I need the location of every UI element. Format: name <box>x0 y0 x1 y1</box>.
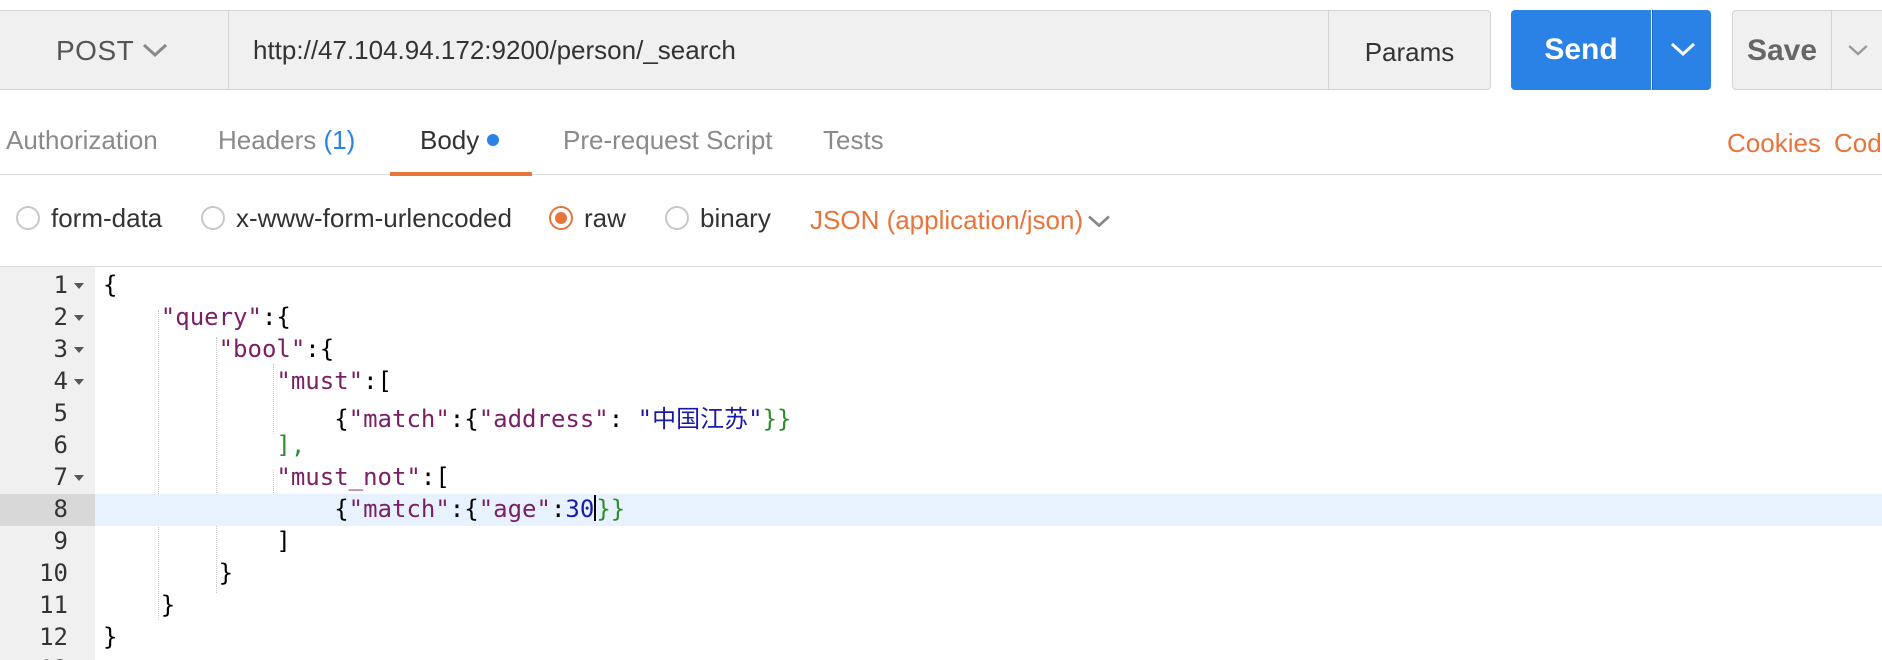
tab-label: Body <box>420 125 480 155</box>
code-text: "query":{ <box>160 303 291 331</box>
save-dropdown-button[interactable] <box>1831 10 1882 90</box>
tab-label: Headers <box>218 125 317 155</box>
tab-pre-request-script[interactable]: Pre-request Script <box>563 125 773 175</box>
code-text: {"match":{"address": "中国江苏"}} <box>103 405 792 433</box>
tab-authorization[interactable]: Authorization <box>6 125 158 175</box>
code-text: {"match":{"age":30}} <box>103 495 626 523</box>
params-label: Params <box>1364 37 1455 67</box>
code-link[interactable]: Code <box>1834 128 1882 159</box>
chevron-down-icon <box>142 43 168 58</box>
code-text: ] <box>103 527 291 555</box>
line-number: 9 <box>53 527 68 555</box>
cookies-link[interactable]: Cookies <box>1727 128 1821 159</box>
line-number: 7 <box>53 463 68 491</box>
tab-label: Authorization <box>6 125 158 155</box>
method-label: POST <box>56 35 135 66</box>
code-text: "must_not":[ <box>276 463 450 491</box>
method-select[interactable]: POST <box>0 10 229 90</box>
line-number: 6 <box>53 431 68 459</box>
line-number: 5 <box>53 399 68 427</box>
radio-circle <box>201 206 225 230</box>
line-number: 4 <box>53 367 68 395</box>
headers-count-badge: (1) <box>323 125 356 155</box>
line-number: 1 <box>53 271 68 299</box>
code-text: } <box>103 559 234 587</box>
line-number: 13 <box>0 655 68 660</box>
radio-circle <box>16 206 40 230</box>
code-line: 3 "bool":{ <box>0 334 1882 366</box>
code-line: 7 "must_not":[ <box>0 462 1882 494</box>
body-type-selector: form-data x-www-form-urlencoded raw bina… <box>0 175 1882 267</box>
chevron-down-icon <box>1670 42 1696 57</box>
radio-circle <box>665 206 689 230</box>
tab-tests[interactable]: Tests <box>823 125 884 175</box>
send-label: Send <box>1544 33 1618 66</box>
code-text: } <box>103 623 118 651</box>
line-number: 3 <box>53 335 68 363</box>
code-line: 12 } <box>0 622 1882 654</box>
code-line: 11 } <box>0 590 1882 622</box>
tab-headers[interactable]: Headers (1) <box>218 125 355 175</box>
url-text: http://47.104.94.172:9200/person/_search <box>253 35 736 65</box>
code-line: 2 "query":{ <box>0 302 1882 334</box>
send-button[interactable]: Send <box>1511 10 1651 90</box>
radio-label: form-data <box>51 203 163 233</box>
code-line: 9 ] <box>0 526 1882 558</box>
code-text: ], <box>276 431 306 459</box>
radio-circle-selected <box>549 206 573 230</box>
code-text: } <box>103 591 176 619</box>
radio-label: binary <box>700 203 771 233</box>
save-label: Save <box>1746 34 1818 67</box>
code-line: 1 { <box>0 270 1882 302</box>
request-tabs: Authorization Headers (1) Body Pre-reque… <box>0 110 1882 176</box>
code-line-active: 8 {"match":{"age":30}} <box>0 494 1882 526</box>
code-line: 10 } <box>0 558 1882 590</box>
line-number: 8 <box>53 495 68 523</box>
request-bar: POST http://47.104.94.172:9200/person/_s… <box>0 0 1882 110</box>
save-button[interactable]: Save <box>1732 10 1832 90</box>
code-line: 13 <box>0 654 1882 660</box>
line-number: 11 <box>39 591 68 619</box>
fold-arrow-icon[interactable] <box>74 283 84 289</box>
tab-label: Tests <box>823 125 884 155</box>
tab-label: Pre-request Script <box>563 125 773 155</box>
fold-arrow-icon[interactable] <box>74 347 84 353</box>
code-line: 4 "must":[ <box>0 366 1882 398</box>
code-text: { <box>103 271 118 299</box>
tab-body[interactable]: Body <box>390 125 532 176</box>
radio-label: raw <box>584 203 626 233</box>
chevron-down-icon[interactable] <box>1085 211 1113 231</box>
line-number: 12 <box>39 623 68 651</box>
send-dropdown-button[interactable] <box>1652 10 1711 90</box>
code-editor[interactable]: 1 { 2 "query":{ 3 "bool":{ 4 "must":[ 5 … <box>0 267 1882 660</box>
modified-dot-icon <box>487 134 500 146</box>
radio-label: x-www-form-urlencoded <box>236 203 512 233</box>
line-number: 2 <box>53 303 68 331</box>
code-line: 5 {"match":{"address": "中国江苏"}} <box>0 398 1882 433</box>
params-button[interactable]: Params <box>1328 10 1491 90</box>
code-text: "bool":{ <box>218 335 335 363</box>
url-input[interactable]: http://47.104.94.172:9200/person/_search <box>228 10 1328 90</box>
content-type-select[interactable]: JSON (application/json) <box>810 205 1083 236</box>
fold-arrow-icon[interactable] <box>74 475 84 481</box>
code-line: 6 ], <box>0 430 1882 462</box>
fold-arrow-icon[interactable] <box>74 379 84 385</box>
line-number: 10 <box>39 559 68 587</box>
chevron-down-icon <box>1848 45 1868 56</box>
fold-arrow-icon[interactable] <box>74 315 84 321</box>
code-text: "must":[ <box>276 367 392 395</box>
